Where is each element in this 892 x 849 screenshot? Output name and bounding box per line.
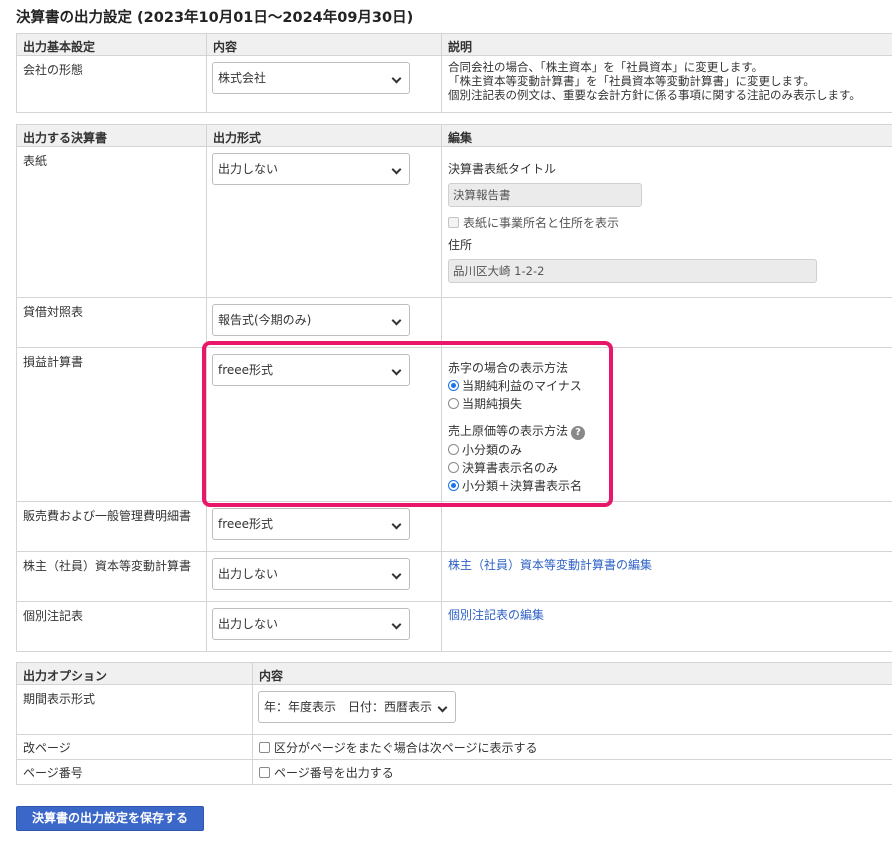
chevron-down-icon <box>391 519 402 530</box>
notes-format-select[interactable]: 出力しない <box>212 608 410 640</box>
cogs-option-display-name[interactable]: 決算書表示名のみ <box>448 459 892 477</box>
basic-settings-table: 出力基本設定 内容 説明 会社の形態 株式会社 合同会社の場合、「株主資本」を「… <box>16 33 892 113</box>
page-number-text: ページ番号を出力する <box>274 766 394 780</box>
cogs-title-row: 売上原価等の表示方法? <box>448 421 892 441</box>
cogs-option-both[interactable]: 小分類＋決算書表示名 <box>448 477 892 495</box>
show-address-checkbox-row[interactable]: 表紙に事業所名と住所を表示 <box>448 215 892 231</box>
period-format-value: 年：年度表示 日付：西暦表示 <box>264 700 433 714</box>
notes-label: 個別注記表 <box>16 601 207 652</box>
page-break-checkbox[interactable] <box>259 742 270 753</box>
address-label: 住所 <box>448 238 473 252</box>
notes-format-value: 出力しない <box>218 617 279 631</box>
description-line: 合同会社の場合、「株主資本」を「社員資本」に変更します。 <box>448 60 764 74</box>
description-line: 「株主資本等変動計算書」を「社員資本等変動計算書」に変更します。 <box>448 74 815 88</box>
cover-title-input[interactable]: 決算報告書 <box>448 183 642 207</box>
statements-table: 出力する決算書 出力形式 編集 表紙 出力しない 決算書表紙タイトル 決算報告書… <box>16 124 892 652</box>
company-type-value: 株式会社 <box>218 71 267 85</box>
radio-unselected[interactable] <box>448 444 459 455</box>
income-statement-format-value: freee形式 <box>218 363 274 377</box>
page-title: 決算書の出力設定 (2023年10月01日〜2024年09月30日) <box>16 10 414 26</box>
chevron-down-icon <box>391 619 402 630</box>
cogs-option-label: 小分類＋決算書表示名 <box>462 479 583 493</box>
deficit-option-net-loss[interactable]: 当期純損失 <box>448 395 892 413</box>
options-header-name: 出力オプション <box>16 662 253 685</box>
balance-sheet-label: 貸借対照表 <box>16 297 207 348</box>
period-format-select[interactable]: 年：年度表示 日付：西暦表示 <box>258 691 456 723</box>
statements-header-edit: 編集 <box>441 124 892 147</box>
income-statement-format-select[interactable]: freee形式 <box>212 354 410 386</box>
description-line: 個別注記表の例文は、重要な会計方針に係る事項に関する注記のみ表示します。 <box>448 88 861 102</box>
cover-title-label: 決算書表紙タイトル <box>448 162 557 176</box>
show-address-checkbox[interactable] <box>448 217 459 228</box>
options-header-content: 内容 <box>252 662 892 685</box>
equity-changes-format-select[interactable]: 出力しない <box>212 558 410 590</box>
page-break-label: 改ページ <box>16 734 253 760</box>
radio-selected[interactable] <box>448 480 459 491</box>
statements-header-name: 出力する決算書 <box>16 124 207 147</box>
deficit-option-label: 当期純損失 <box>462 397 523 411</box>
company-type-select[interactable]: 株式会社 <box>212 62 410 94</box>
output-options-table: 出力オプション 内容 期間表示形式 年：年度表示 日付：西暦表示 改ページ 区分… <box>16 662 892 785</box>
balance-sheet-format-value: 報告式(今期のみ) <box>218 313 312 327</box>
deficit-option-negative-profit[interactable]: 当期純利益のマイナス <box>448 377 892 395</box>
cogs-title: 売上原価等の表示方法 <box>448 424 569 438</box>
company-type-label: 会社の形態 <box>16 55 207 113</box>
sga-format-value: freee形式 <box>218 517 274 531</box>
page-number-label: ページ番号 <box>16 759 253 785</box>
deficit-title: 赤字の場合の表示方法 <box>448 361 569 375</box>
address-input[interactable]: 品川区大崎 1-2-2 <box>448 259 817 283</box>
equity-changes-edit-link[interactable]: 株主（社員）資本等変動計算書の編集 <box>448 558 652 572</box>
chevron-down-icon <box>391 315 402 326</box>
cogs-option-label: 小分類のみ <box>462 443 523 457</box>
radio-unselected[interactable] <box>448 398 459 409</box>
equity-changes-label: 株主（社員）資本等変動計算書 <box>16 551 207 602</box>
cover-format-select[interactable]: 出力しない <box>212 153 410 185</box>
income-statement-label: 損益計算書 <box>16 347 207 502</box>
statements-header-format: 出力形式 <box>206 124 442 147</box>
page-break-option[interactable]: 区分がページをまたぐ場合は次ページに表示する <box>259 741 538 755</box>
save-settings-button[interactable]: 決算書の出力設定を保存する <box>16 806 204 831</box>
sga-format-select[interactable]: freee形式 <box>212 508 410 540</box>
balance-sheet-format-select[interactable]: 報告式(今期のみ) <box>212 304 410 336</box>
cover-label: 表紙 <box>16 146 207 298</box>
page-number-option[interactable]: ページ番号を出力する <box>259 766 394 780</box>
basic-header-description: 説明 <box>441 33 892 56</box>
cogs-option-label: 決算書表示名のみ <box>462 461 559 475</box>
cogs-option-subcategory[interactable]: 小分類のみ <box>448 441 892 459</box>
cover-format-value: 出力しない <box>218 162 279 176</box>
radio-selected[interactable] <box>448 380 459 391</box>
sga-label: 販売費および一般管理費明細書 <box>16 501 207 552</box>
basic-header-content: 内容 <box>206 33 442 56</box>
notes-edit-link[interactable]: 個別注記表の編集 <box>448 608 544 622</box>
chevron-down-icon <box>391 569 402 580</box>
help-icon[interactable]: ? <box>571 426 586 440</box>
equity-changes-format-value: 出力しない <box>218 567 279 581</box>
page-break-text: 区分がページをまたぐ場合は次ページに表示する <box>274 741 538 755</box>
chevron-down-icon <box>391 73 402 84</box>
show-address-label: 表紙に事業所名と住所を表示 <box>463 216 620 230</box>
period-format-label: 期間表示形式 <box>16 684 253 735</box>
chevron-down-icon <box>391 164 402 175</box>
basic-header-setting: 出力基本設定 <box>16 33 207 56</box>
page-number-checkbox[interactable] <box>259 767 270 778</box>
radio-unselected[interactable] <box>448 462 459 473</box>
chevron-down-icon <box>391 365 402 376</box>
deficit-option-label: 当期純利益のマイナス <box>462 379 582 393</box>
chevron-down-icon <box>437 702 448 713</box>
